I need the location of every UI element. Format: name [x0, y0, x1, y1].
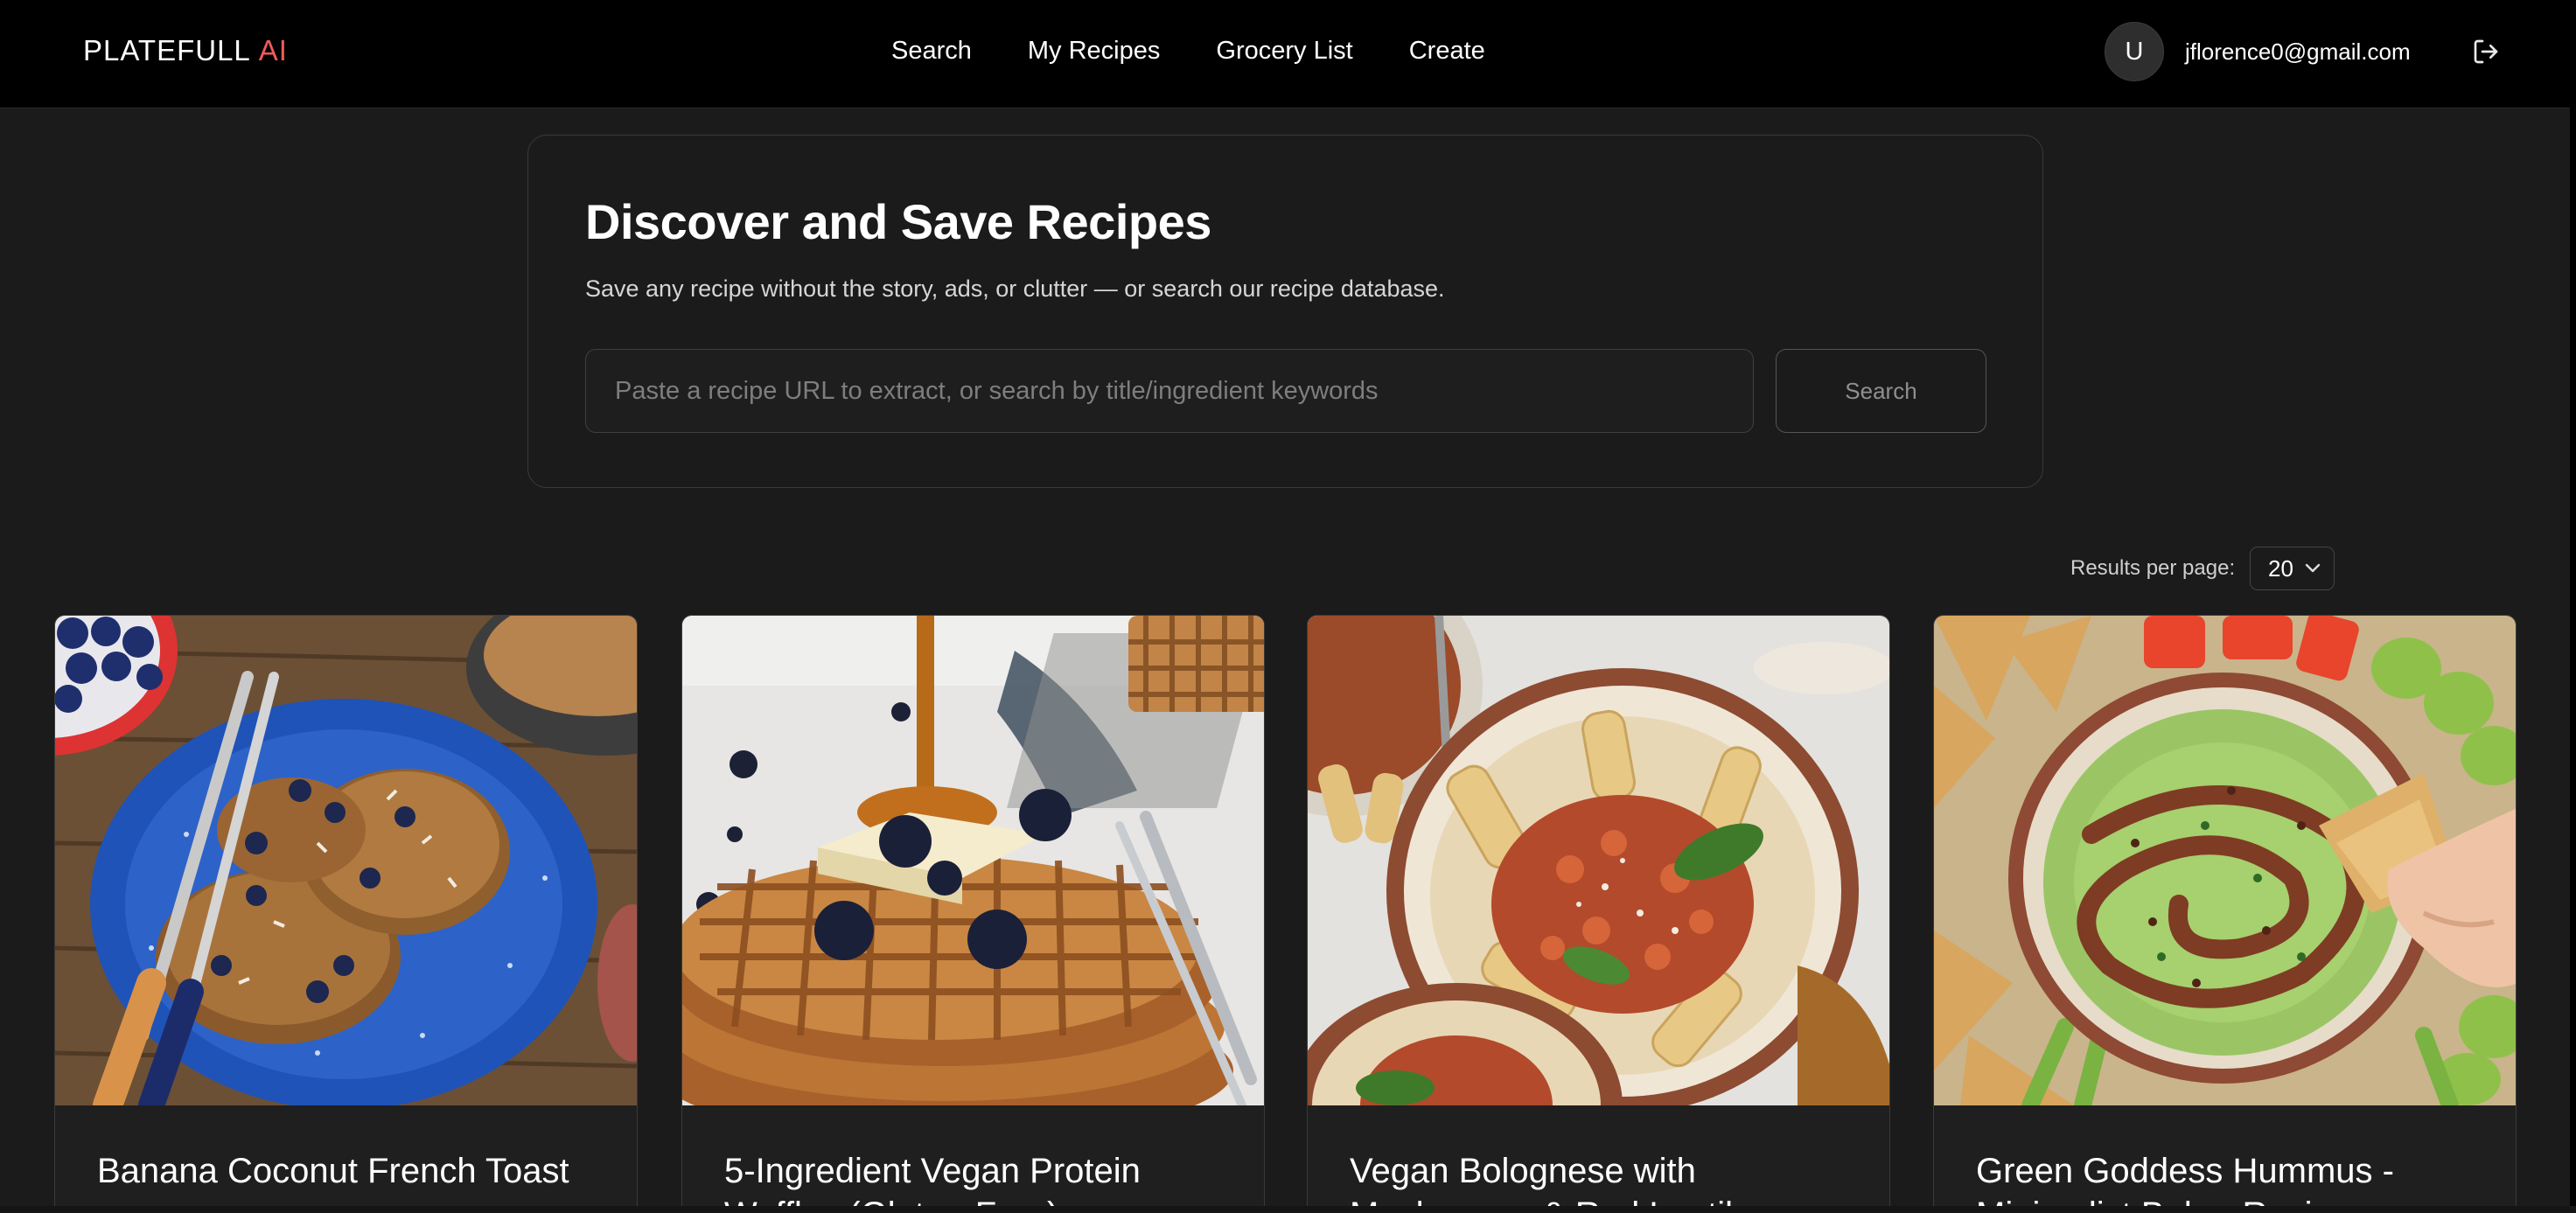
recipe-search-input[interactable] [585, 349, 1754, 433]
recipe-card[interactable]: Banana Coconut French Toast [54, 615, 638, 1213]
nav-create[interactable]: Create [1409, 33, 1485, 68]
recipe-title[interactable]: 5-Ingredient Vegan Protein Waffles (Glut… [724, 1149, 1232, 1213]
recipe-title[interactable]: Banana Coconut French Toast [97, 1149, 604, 1193]
user-email[interactable]: jflorence0@gmail.com [2185, 37, 2411, 66]
recipe-image-hummus [1934, 616, 2516, 1105]
results-per-page-select[interactable]: 20 [2250, 547, 2335, 590]
top-navbar: PLATEFULL AI Search My Recipes Grocery Li… [0, 0, 2576, 108]
search-button[interactable]: Search [1776, 349, 1986, 433]
page-subtitle: Save any recipe without the story, ads, … [585, 275, 1445, 302]
logout-icon[interactable] [2472, 38, 2500, 66]
recipe-image-bolognese [1308, 616, 1889, 1105]
recipe-title[interactable]: Green Goddess Hummus - Minimalist Baker … [1976, 1149, 2483, 1213]
window-bottom-edge [0, 1206, 2576, 1213]
brand-logo[interactable]: PLATEFULL AI [83, 33, 288, 68]
recipe-image-waffles [682, 616, 1264, 1105]
recipe-card[interactable]: Vegan Bolognese with Mushrooms & Red Len… [1307, 615, 1890, 1213]
results-per-page-label: Results per page: [2070, 556, 2236, 580]
recipe-image-french-toast [55, 616, 637, 1105]
discover-panel: Discover and Save Recipes Save any recip… [527, 135, 2043, 488]
recipe-card[interactable]: 5-Ingredient Vegan Protein Waffles (Glut… [681, 615, 1265, 1213]
avatar-initial: U [2125, 37, 2144, 66]
window-edge [2570, 0, 2576, 1213]
nav-search[interactable]: Search [891, 33, 972, 68]
recipe-card[interactable]: Green Goddess Hummus - Minimalist Baker … [1933, 615, 2517, 1213]
page-title: Discover and Save Recipes [585, 194, 1211, 249]
brand-name: PLATEFULL [83, 34, 251, 66]
recipe-title[interactable]: Vegan Bolognese with Mushrooms & Red Len… [1350, 1149, 1857, 1213]
nav-my-recipes[interactable]: My Recipes [1028, 33, 1161, 68]
chevron-down-icon [2305, 563, 2321, 573]
brand-suffix: AI [258, 34, 288, 66]
main-nav: Search My Recipes Grocery List Create [891, 33, 1485, 68]
nav-grocery-list[interactable]: Grocery List [1216, 33, 1352, 68]
results-per-page-value: 20 [2268, 554, 2293, 582]
avatar[interactable]: U [2105, 22, 2164, 81]
